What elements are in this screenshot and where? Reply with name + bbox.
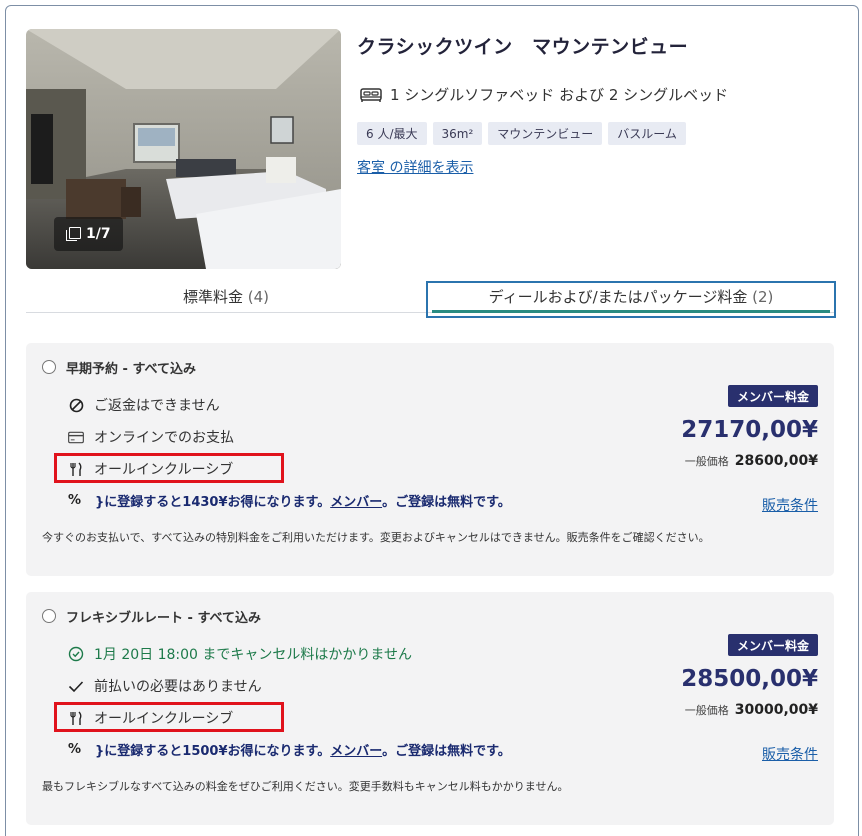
active-tab-indicator <box>432 310 830 313</box>
promo-text: }に登録すると1500¥お得になります。メンバー。ご登録は無料です。 <box>95 744 511 759</box>
feature-text: 前払いの必要はありません <box>94 679 262 695</box>
fork-knife-icon <box>68 710 84 726</box>
percent-icon: % <box>68 493 82 508</box>
tab-standard-label: 標準料金 <box>182 288 243 306</box>
member-rate-badge: メンバー料金 <box>727 634 818 656</box>
tab-standard-rates[interactable]: 標準料金 (4) <box>26 280 426 312</box>
rate-description: 最もフレキシブルなすべて込みの料金をぜひご利用ください。変更手数料もキャンセル料… <box>42 780 569 793</box>
rate-name: フレキシブルレート - すべて込み <box>66 611 262 626</box>
feature-text: オールインクルーシブ <box>94 462 234 478</box>
general-price-value: 30000,00¥ <box>734 702 818 718</box>
room-title: クラシックツイン マウンテンビュー <box>357 36 689 58</box>
member-price: 28500,00¥ <box>681 666 818 692</box>
general-price-label: 一般価格 <box>684 704 729 717</box>
photo-counter[interactable]: 1/7 <box>54 217 123 251</box>
rate-radio[interactable] <box>42 609 56 623</box>
member-link[interactable]: メンバー <box>330 744 382 759</box>
tab-deals-packages[interactable]: ディールおよび/またはパッケージ料金 (2) <box>426 281 836 318</box>
feature-text: ご返金はできません <box>94 398 220 414</box>
terms-link[interactable]: 販売条件 <box>762 744 818 764</box>
feature-text: オンラインでのお支払 <box>94 430 234 446</box>
fork-knife-icon <box>68 461 84 477</box>
tab-deals-count: (2) <box>752 288 774 306</box>
general-price: 一般価格 28600,00¥ <box>685 453 818 469</box>
terms-link[interactable]: 販売条件 <box>762 495 818 515</box>
feature-free-cancellation: 1月 20日 18:00 までキャンセル料はかかりません <box>68 644 412 664</box>
rate-description: 今すぐのお支払いで、すべて込みの特別料金をご利用いただけます。変更およびキャンセ… <box>42 531 710 544</box>
room-details-link[interactable]: 客室 の詳細を表示 <box>357 157 473 177</box>
feature-all-inclusive: オールインクルーシブ <box>68 459 233 479</box>
promo-text: }に登録すると1430¥お得になります。メンバー。ご登録は無料です。 <box>95 495 511 510</box>
rate-name: 早期予約 - すべて込み <box>66 362 197 377</box>
tag-size: 36m² <box>432 122 483 145</box>
rate-tabs: 標準料金 (4) ディールおよび/またはパッケージ料金 (2) <box>26 280 836 318</box>
checkmark-icon <box>68 678 84 694</box>
credit-card-icon <box>68 429 84 445</box>
bed-icon <box>360 87 382 103</box>
member-price: 27170,00¥ <box>681 417 818 443</box>
rate-option-flexible[interactable]: フレキシブルレート - すべて込み 1月 20日 18:00 までキャンセル料は… <box>26 592 834 825</box>
bed-text: 1 シングルソファベッド および 2 シングルベッド <box>390 86 729 104</box>
member-rate-badge: メンバー料金 <box>727 385 818 407</box>
general-price-value: 28600,00¥ <box>734 453 818 469</box>
tag-bathroom: バスルーム <box>608 122 686 145</box>
rate-radio[interactable] <box>42 360 56 374</box>
tag-view: マウンテンビュー <box>488 122 603 145</box>
no-entry-icon <box>68 397 84 413</box>
tab-standard-count: (4) <box>247 288 270 306</box>
feature-online-payment: オンラインでのお支払 <box>68 427 234 447</box>
general-price: 一般価格 30000,00¥ <box>685 702 818 718</box>
feature-all-inclusive: オールインクルーシブ <box>68 708 233 728</box>
member-link[interactable]: メンバー <box>330 495 382 510</box>
tab-deals-label: ディールおよび/またはパッケージ料金 <box>488 288 748 306</box>
room-photo[interactable]: 1/7 <box>26 29 341 269</box>
tag-capacity: 6 人/最大 <box>357 122 427 145</box>
percent-icon: % <box>68 742 82 757</box>
gallery-icon <box>66 227 81 241</box>
feature-text: オールインクルーシブ <box>94 711 234 727</box>
photo-counter-text: 1/7 <box>86 226 111 242</box>
feature-non-refundable: ご返金はできません <box>68 395 220 415</box>
feature-no-prepayment: 前払いの必要はありません <box>68 676 262 696</box>
member-promo: % }に登録すると1500¥お得になります。メンバー。ご登録は無料です。 <box>68 740 511 759</box>
member-promo: % }に登録すると1430¥お得になります。メンバー。ご登録は無料です。 <box>68 491 511 510</box>
feature-text: 1月 20日 18:00 までキャンセル料はかかりません <box>94 647 412 663</box>
bed-configuration: 1 シングルソファベッド および 2 シングルベッド <box>360 84 728 105</box>
room-tags: 6 人/最大 36m² マウンテンビュー バスルーム <box>357 122 686 145</box>
clock-check-icon <box>68 646 84 662</box>
general-price-label: 一般価格 <box>684 455 729 468</box>
rate-option-early-booking[interactable]: 早期予約 - すべて込み ご返金はできません オンラインでのお支払 オールインク… <box>26 343 834 576</box>
